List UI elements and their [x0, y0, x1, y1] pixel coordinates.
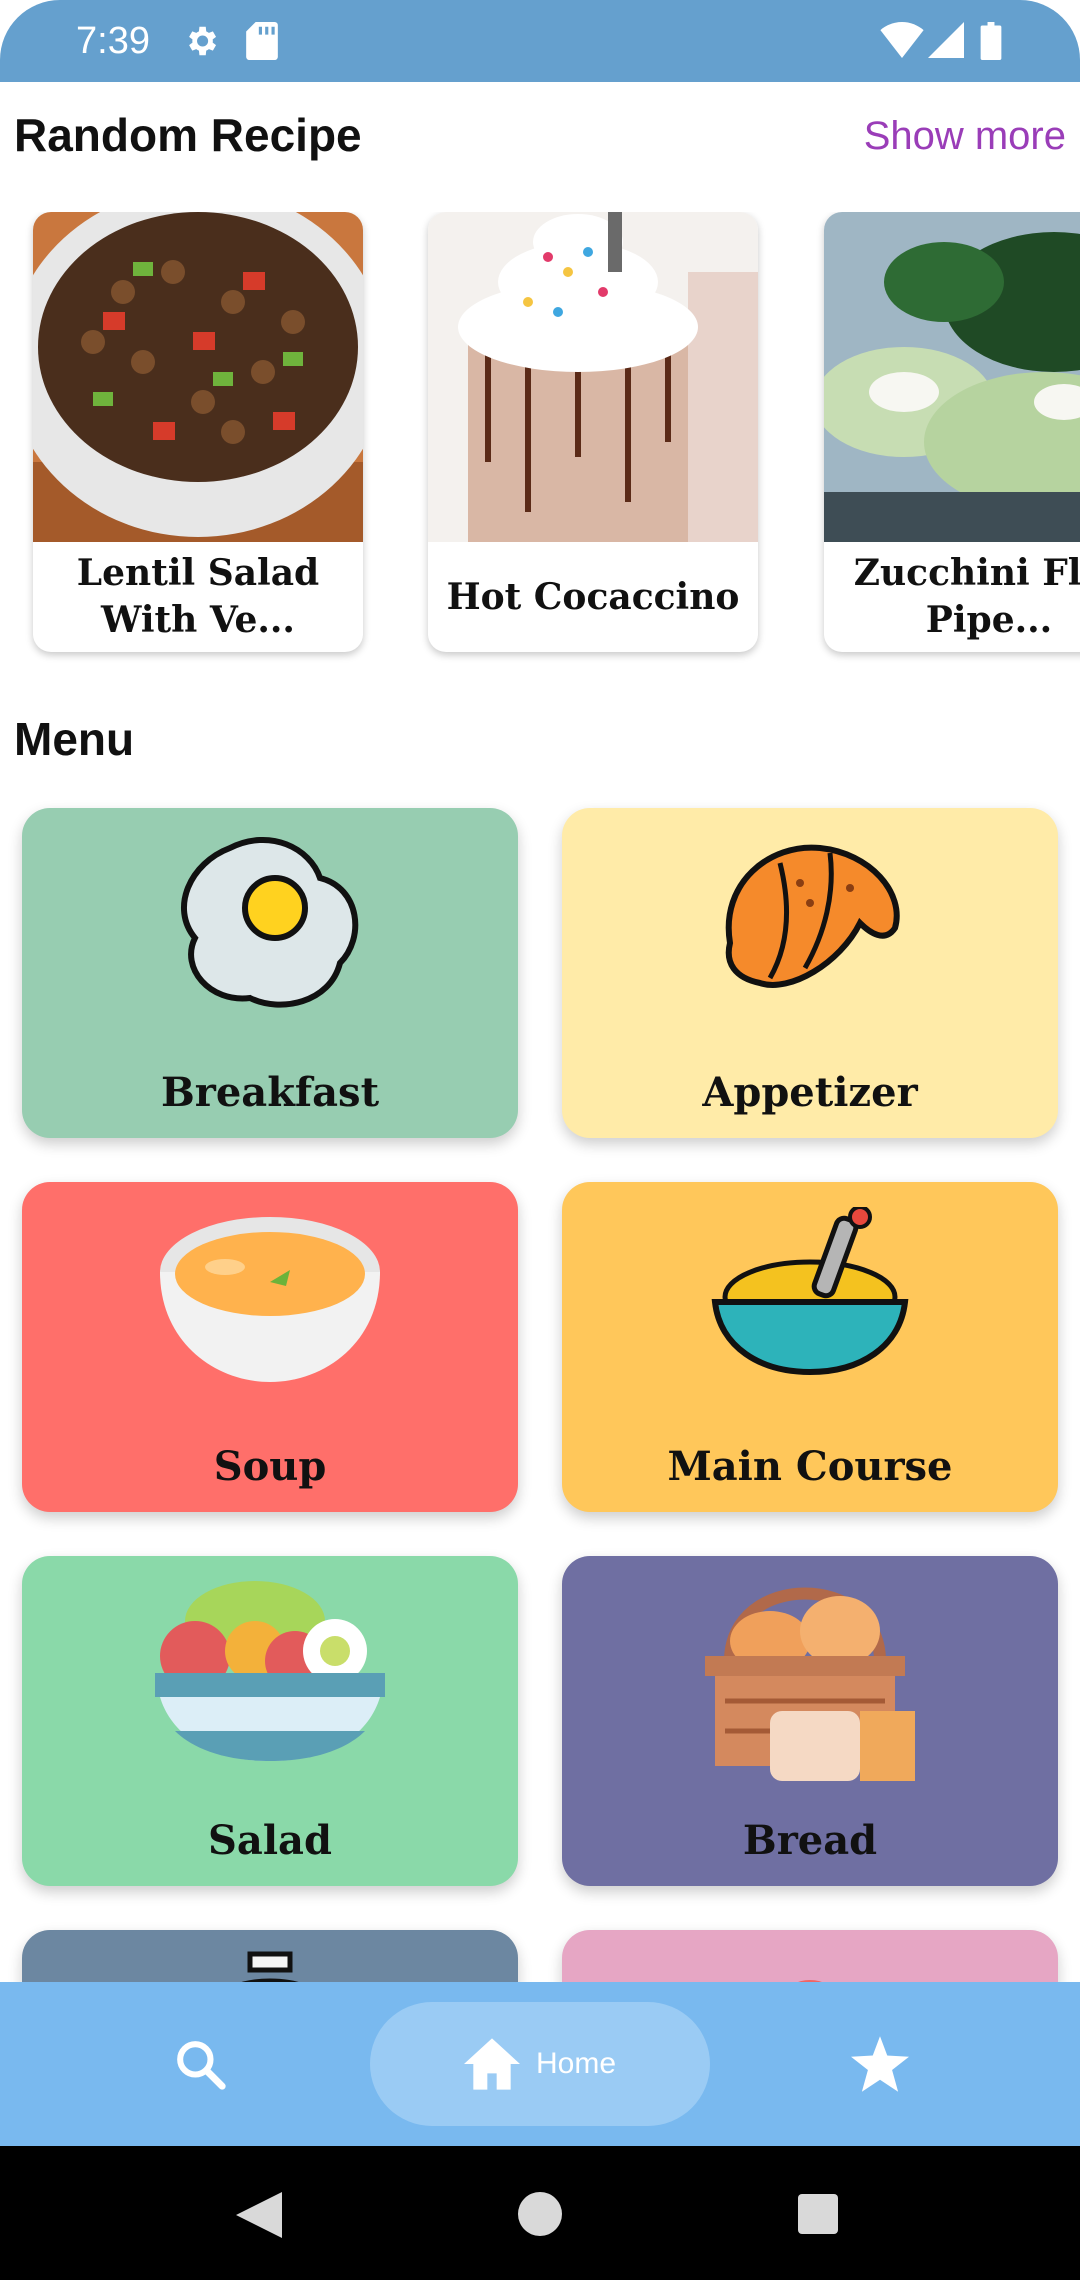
home-icon	[463, 2038, 520, 2090]
recipe-title: Lentil Salad With Ve...	[76, 552, 320, 641]
nav-favorites-button[interactable]	[830, 2002, 930, 2126]
recipe-card-zucchini[interactable]: Zucchini Flut Pipe...	[824, 212, 1080, 652]
recipe-title: Hot Cocaccino	[446, 575, 740, 618]
bottom-navigation: Home	[0, 1982, 1080, 2146]
croissant-icon	[725, 844, 900, 988]
menu-card-breakfast[interactable]: Breakfast	[22, 808, 518, 1138]
hot-cocaccino-image	[428, 212, 758, 542]
salad-bowl-icon	[155, 1581, 385, 1761]
menu-label: Salad	[208, 1817, 332, 1864]
menu-card-salad[interactable]: Salad	[22, 1556, 518, 1886]
recents-icon[interactable]	[798, 2194, 838, 2234]
cellular-signal-icon	[928, 22, 964, 58]
star-icon	[851, 2036, 909, 2092]
nav-search-button[interactable]	[150, 2002, 250, 2126]
recipe-card-lentil-salad[interactable]: Lentil Salad With Ve...	[33, 212, 363, 652]
wifi-icon	[880, 22, 924, 58]
recipe-title: Zucchini Flut Pipe...	[853, 552, 1080, 641]
menu-card-bread[interactable]: Bread	[562, 1556, 1058, 1886]
bread-basket-icon	[705, 1587, 915, 1781]
menu-label: Bread	[742, 1817, 878, 1864]
menu-title: Menu	[14, 713, 135, 765]
menu-label: Appetizer	[702, 1069, 918, 1116]
nav-home-button[interactable]: Home	[370, 2002, 710, 2126]
search-icon	[177, 2041, 226, 2090]
battery-icon	[980, 22, 1002, 60]
menu-label: Soup	[213, 1443, 327, 1490]
status-time: 7:39	[76, 20, 150, 62]
menu-label: Main Course	[667, 1443, 953, 1490]
back-icon[interactable]	[236, 2192, 282, 2238]
recipe-card-hot-cocaccino[interactable]: Hot Cocaccino	[428, 212, 758, 652]
show-more-link[interactable]: Show more	[864, 114, 1066, 159]
soup-bowl-icon	[160, 1217, 380, 1382]
menu-card-main-course[interactable]: Main Course	[562, 1182, 1058, 1512]
status-bar: 7:39	[0, 0, 1080, 82]
nav-home-label: Home	[535, 2047, 617, 2080]
home-circle-icon[interactable]	[518, 2192, 562, 2236]
fried-egg-icon	[181, 837, 359, 1008]
menu-card-appetizer[interactable]: Appetizer	[562, 808, 1058, 1138]
settings-icon	[189, 26, 217, 56]
menu-label: Breakfast	[160, 1069, 380, 1116]
menu-card-soup[interactable]: Soup	[22, 1182, 518, 1512]
random-recipe-carousel[interactable]: Lentil Salad With Ve... Hot Cocaccino Zu…	[0, 212, 1080, 664]
zucchini-image	[824, 212, 1080, 542]
system-navigation-bar	[0, 2146, 1080, 2280]
rice-bowl-icon	[711, 1207, 909, 1376]
random-recipe-title: Random Recipe	[14, 109, 362, 161]
sd-card-icon	[246, 22, 278, 60]
lentil-salad-image	[33, 212, 363, 542]
